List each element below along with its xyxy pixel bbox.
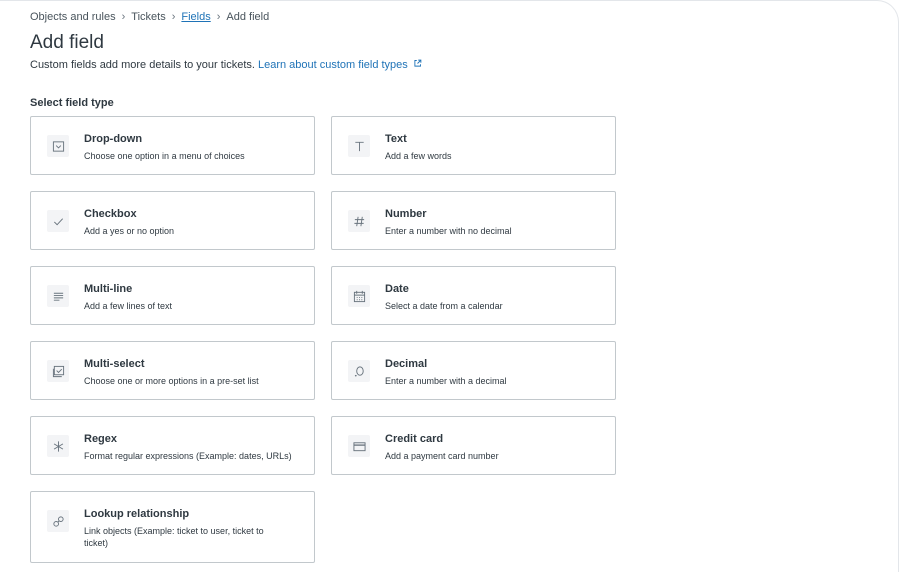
field-name: Lookup relationship bbox=[84, 508, 190, 520]
breadcrumb-tickets[interactable]: Tickets bbox=[131, 11, 165, 23]
field-desc: Add a yes or no option bbox=[84, 226, 175, 236]
chevron-right-icon: › bbox=[171, 11, 176, 23]
section-label: Select field type bbox=[30, 97, 114, 109]
lines-icon bbox=[47, 285, 69, 307]
field-name: Credit card bbox=[385, 433, 444, 445]
field-card-text[interactable]: Text Add a few words bbox=[331, 116, 616, 175]
dropdown-icon bbox=[47, 135, 69, 157]
breadcrumb-fields[interactable]: Fields bbox=[181, 11, 210, 23]
breadcrumb-current: Add field bbox=[226, 11, 270, 23]
field-desc: Enter a number with a decimal bbox=[385, 376, 507, 386]
field-desc: Add a payment card number bbox=[385, 451, 499, 461]
breadcrumb: Objects and rules › Tickets › Fields › A… bbox=[30, 11, 269, 23]
field-card-checkbox[interactable]: Checkbox Add a yes or no option bbox=[30, 191, 315, 250]
credit-card-icon bbox=[348, 435, 370, 457]
field-card-credit-card[interactable]: Credit card Add a payment card number bbox=[331, 416, 616, 475]
subtitle-text: Custom fields add more details to your t… bbox=[30, 59, 255, 71]
chevron-right-icon: › bbox=[121, 11, 126, 23]
page-title: Add field bbox=[30, 32, 104, 53]
field-card-multi-select[interactable]: Multi-select Choose one or more options … bbox=[30, 341, 315, 400]
page-subtitle: Custom fields add more details to your t… bbox=[30, 59, 422, 71]
field-name: Checkbox bbox=[84, 208, 137, 220]
field-card-decimal[interactable]: Decimal Enter a number with a decimal bbox=[331, 341, 616, 400]
field-desc: Link objects (Example: ticket to user, t… bbox=[84, 526, 264, 548]
field-card-dropdown[interactable]: Drop-down Choose one option in a menu of… bbox=[30, 116, 315, 175]
link-icon bbox=[47, 510, 69, 532]
field-desc: Add a few lines of text bbox=[84, 301, 173, 311]
field-name: Multi-line bbox=[84, 283, 133, 295]
field-name: Number bbox=[385, 208, 427, 220]
hash-icon bbox=[348, 210, 370, 232]
field-name: Text bbox=[385, 133, 407, 145]
chevron-right-icon: › bbox=[216, 11, 221, 23]
field-desc: Choose one or more options in a pre-set … bbox=[84, 376, 259, 386]
field-card-regex[interactable]: Regex Format regular expressions (Exampl… bbox=[30, 416, 315, 475]
field-card-multi-line[interactable]: Multi-line Add a few lines of text bbox=[30, 266, 315, 325]
calendar-icon bbox=[348, 285, 370, 307]
field-desc: Enter a number with no decimal bbox=[385, 226, 512, 236]
field-desc: Add a few words bbox=[385, 151, 452, 161]
field-card-date[interactable]: Date Select a date from a calendar bbox=[331, 266, 616, 325]
learn-more-label[interactable]: Learn about custom field types bbox=[258, 59, 408, 71]
field-desc: Select a date from a calendar bbox=[385, 301, 503, 311]
page-frame: Objects and rules › Tickets › Fields › A… bbox=[0, 0, 899, 572]
field-desc: Choose one option in a menu of choices bbox=[84, 151, 245, 161]
external-link-icon bbox=[414, 59, 422, 67]
field-name: Regex bbox=[84, 433, 118, 445]
asterisk-icon bbox=[47, 435, 69, 457]
decimal-icon bbox=[348, 360, 370, 382]
learn-more-link[interactable]: Learn about custom field types bbox=[258, 59, 422, 71]
text-icon bbox=[348, 135, 370, 157]
breadcrumb-objects-and-rules[interactable]: Objects and rules bbox=[30, 11, 116, 23]
field-name: Date bbox=[385, 283, 409, 295]
checkmark-icon bbox=[47, 210, 69, 232]
field-card-number[interactable]: Number Enter a number with no decimal bbox=[331, 191, 616, 250]
field-name: Multi-select bbox=[84, 358, 145, 370]
field-name: Decimal bbox=[385, 358, 428, 370]
multiselect-icon bbox=[47, 360, 69, 382]
field-desc: Format regular expressions (Example: dat… bbox=[84, 451, 292, 461]
field-card-lookup-relationship[interactable]: Lookup relationship Link objects (Exampl… bbox=[30, 491, 315, 563]
field-name: Drop-down bbox=[84, 133, 143, 145]
